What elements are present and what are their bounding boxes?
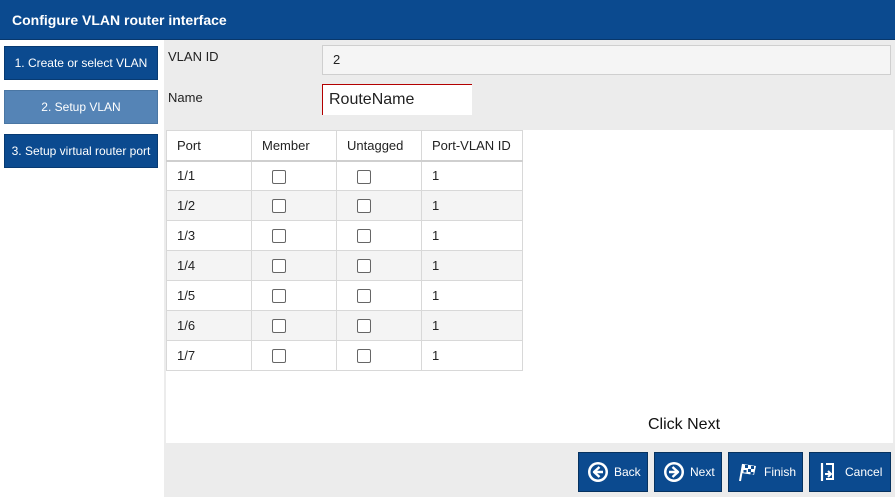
port-vlan-id-cell: 1 — [421, 220, 523, 251]
member-checkbox[interactable] — [272, 289, 286, 304]
next-button-label: Next — [690, 465, 715, 479]
untagged-cell — [336, 160, 422, 191]
next-arrow-icon — [662, 460, 686, 484]
untagged-cell — [336, 340, 422, 371]
member-checkbox[interactable] — [272, 229, 286, 244]
cancel-exit-icon — [817, 460, 841, 484]
wizard-steps: 1. Create or select VLAN 2. Setup VLAN 3… — [0, 40, 164, 497]
member-checkbox[interactable] — [272, 259, 286, 274]
hint-text: Click Next — [648, 416, 721, 433]
port-vlan-id-cell: 1 — [421, 250, 523, 281]
back-arrow-icon — [586, 460, 610, 484]
member-cell — [251, 220, 337, 251]
step-setup-vlan[interactable]: 2. Setup VLAN — [4, 90, 158, 124]
table-row: 1/6 1 — [166, 310, 523, 341]
untagged-checkbox[interactable] — [357, 289, 371, 304]
ports-table-body: 1/1 1 1/2 1 1/3 1 1/4 1 1/5 1 1/6 1 1/7 1 — [166, 160, 523, 371]
port-cell: 1/7 — [166, 340, 252, 371]
back-button-label: Back — [614, 465, 641, 479]
member-checkbox[interactable] — [272, 349, 286, 364]
untagged-checkbox[interactable] — [357, 199, 371, 214]
finish-button[interactable]: Finish — [728, 452, 803, 492]
port-vlan-id-cell: 1 — [421, 340, 523, 371]
title-bar: Configure VLAN router interface — [0, 0, 895, 40]
port-cell: 1/2 — [166, 190, 252, 221]
member-cell — [251, 160, 337, 191]
table-row: 1/4 1 — [166, 250, 523, 281]
ports-panel: Port Member Untagged Port-VLAN ID 1/1 1 1/… — [166, 130, 893, 443]
member-checkbox[interactable] — [272, 199, 286, 214]
table-row: 1/1 1 — [166, 160, 523, 191]
port-vlan-id-cell: 1 — [421, 310, 523, 341]
table-header-row: Port Member Untagged Port-VLAN ID — [166, 130, 523, 162]
next-button[interactable]: Next — [654, 452, 722, 492]
port-cell: 1/6 — [166, 310, 252, 341]
member-checkbox[interactable] — [272, 319, 286, 334]
untagged-cell — [336, 190, 422, 221]
port-vlan-id-cell: 1 — [421, 190, 523, 221]
cancel-button[interactable]: Cancel — [809, 452, 891, 492]
untagged-cell — [336, 310, 422, 341]
untagged-cell — [336, 250, 422, 281]
column-header-member[interactable]: Member — [251, 130, 337, 162]
untagged-checkbox[interactable] — [357, 319, 371, 334]
window-title: Configure VLAN router interface — [12, 12, 227, 28]
table-row: 1/3 1 — [166, 220, 523, 251]
port-cell: 1/3 — [166, 220, 252, 251]
column-header-port[interactable]: Port — [166, 130, 252, 162]
name-label: Name — [168, 90, 203, 105]
column-header-port-vlan-id[interactable]: Port-VLAN ID — [421, 130, 523, 162]
untagged-checkbox[interactable] — [357, 229, 371, 244]
port-cell: 1/1 — [166, 160, 252, 191]
table-row: 1/7 1 — [166, 340, 523, 371]
name-input[interactable]: RouteName — [322, 84, 472, 115]
member-cell — [251, 280, 337, 311]
cancel-button-label: Cancel — [845, 465, 883, 479]
untagged-checkbox[interactable] — [357, 169, 371, 184]
untagged-checkbox[interactable] — [357, 259, 371, 274]
port-cell: 1/5 — [166, 280, 252, 311]
member-cell — [251, 190, 337, 221]
back-button[interactable]: Back — [578, 452, 648, 492]
ports-table: Port Member Untagged Port-VLAN ID 1/1 1 1/… — [166, 130, 523, 371]
untagged-checkbox[interactable] — [357, 349, 371, 364]
step-setup-virtual-router-port[interactable]: 3. Setup virtual router port — [4, 134, 158, 168]
member-cell — [251, 310, 337, 341]
finish-button-label: Finish — [764, 465, 797, 479]
table-row: 1/5 1 — [166, 280, 523, 311]
main-content: VLAN ID 2 Name RouteName Port Member Unt… — [164, 40, 895, 497]
checkered-flag-icon — [736, 460, 760, 484]
column-header-untagged[interactable]: Untagged — [336, 130, 422, 162]
untagged-cell — [336, 220, 422, 251]
member-checkbox[interactable] — [272, 169, 286, 184]
vlan-id-label: VLAN ID — [168, 49, 219, 64]
member-cell — [251, 340, 337, 371]
step-create-select-vlan[interactable]: 1. Create or select VLAN — [4, 46, 158, 80]
vlan-id-field: 2 — [322, 45, 891, 75]
port-cell: 1/4 — [166, 250, 252, 281]
member-cell — [251, 250, 337, 281]
untagged-cell — [336, 280, 422, 311]
port-vlan-id-cell: 1 — [421, 160, 523, 191]
table-row: 1/2 1 — [166, 190, 523, 221]
port-vlan-id-cell: 1 — [421, 280, 523, 311]
